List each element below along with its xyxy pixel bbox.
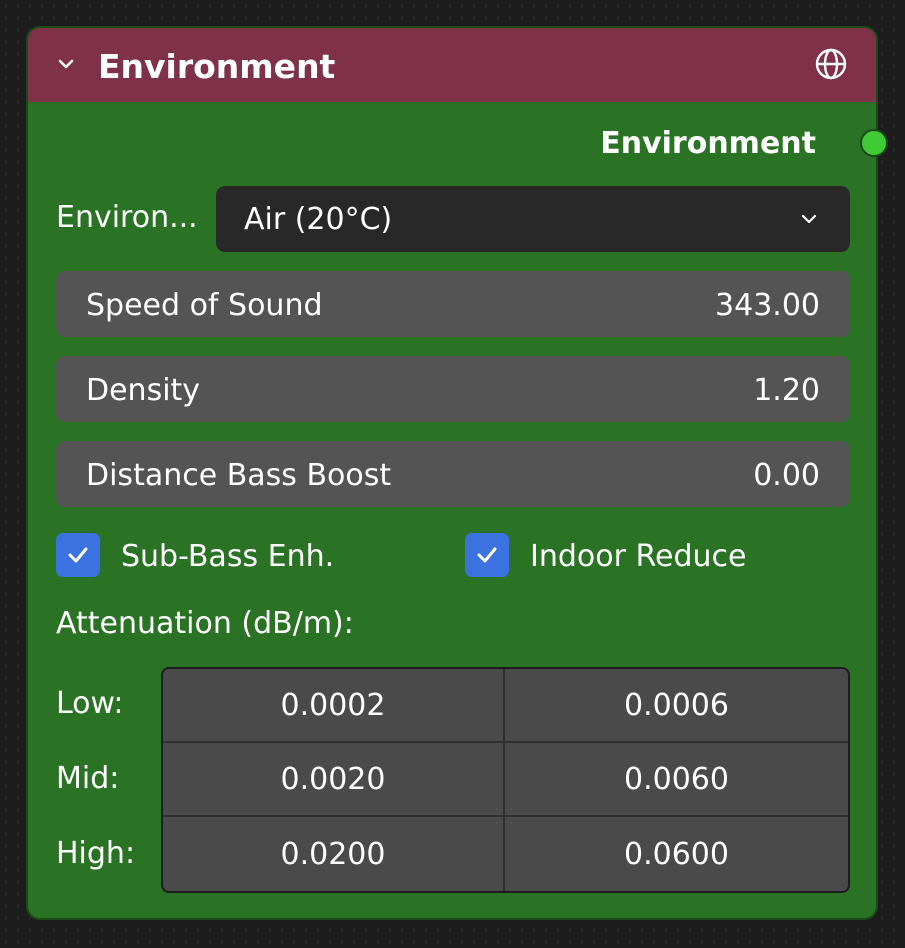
checkbox-label: Sub-Bass Enh. — [121, 539, 335, 574]
attenuation-grid: 0.0002 0.0006 0.0020 0.0060 0.0200 0.060… — [161, 667, 850, 893]
attenuation-row-label-mid: Mid: — [56, 761, 120, 796]
node-title: Environment — [98, 47, 336, 86]
checkmark-icon — [68, 547, 88, 563]
attenuation-cell-mid-1[interactable]: 0.0020 — [163, 743, 505, 817]
indoor-reduce-checkbox[interactable] — [465, 533, 509, 577]
field-value: 0.00 — [753, 458, 820, 493]
field-label: Distance Bass Boost — [86, 458, 392, 493]
attenuation-cell-high-1[interactable]: 0.0200 — [163, 817, 505, 891]
attenuation-cell-low-2[interactable]: 0.0006 — [505, 669, 848, 743]
chevron-down-icon — [798, 208, 820, 230]
field-value: 343.00 — [715, 288, 820, 323]
attenuation-cell-mid-2[interactable]: 0.0060 — [505, 743, 848, 817]
chevron-down-icon[interactable] — [54, 52, 78, 76]
attenuation-row-label-high: High: — [56, 836, 136, 871]
attenuation-row-label-low: Low: — [56, 686, 124, 721]
environment-select-label: Environ... — [56, 200, 198, 235]
environment-dropdown[interactable]: Air (20°C) — [216, 186, 850, 252]
environment-node[interactable]: Environment Environment Environ... Air (… — [26, 26, 878, 920]
attenuation-cell-high-2[interactable]: 0.0600 — [505, 817, 848, 891]
field-label: Speed of Sound — [86, 288, 323, 323]
node-header[interactable]: Environment — [28, 28, 876, 102]
globe-icon — [814, 47, 848, 81]
environment-dropdown-value: Air (20°C) — [244, 202, 393, 237]
field-value: 1.20 — [753, 373, 820, 408]
sub-bass-enh-checkbox[interactable] — [56, 533, 100, 577]
speed-of-sound-field[interactable]: Speed of Sound 343.00 — [56, 271, 850, 337]
checkbox-label: Indoor Reduce — [530, 539, 747, 574]
distance-bass-boost-field[interactable]: Distance Bass Boost 0.00 — [56, 441, 850, 507]
output-label: Environment — [600, 126, 816, 161]
density-field[interactable]: Density 1.20 — [56, 356, 850, 422]
field-label: Density — [86, 373, 201, 408]
attenuation-title: Attenuation (dB/m): — [56, 606, 354, 641]
attenuation-cell-low-1[interactable]: 0.0002 — [163, 669, 505, 743]
checkmark-icon — [477, 547, 497, 563]
output-socket[interactable] — [860, 129, 888, 157]
